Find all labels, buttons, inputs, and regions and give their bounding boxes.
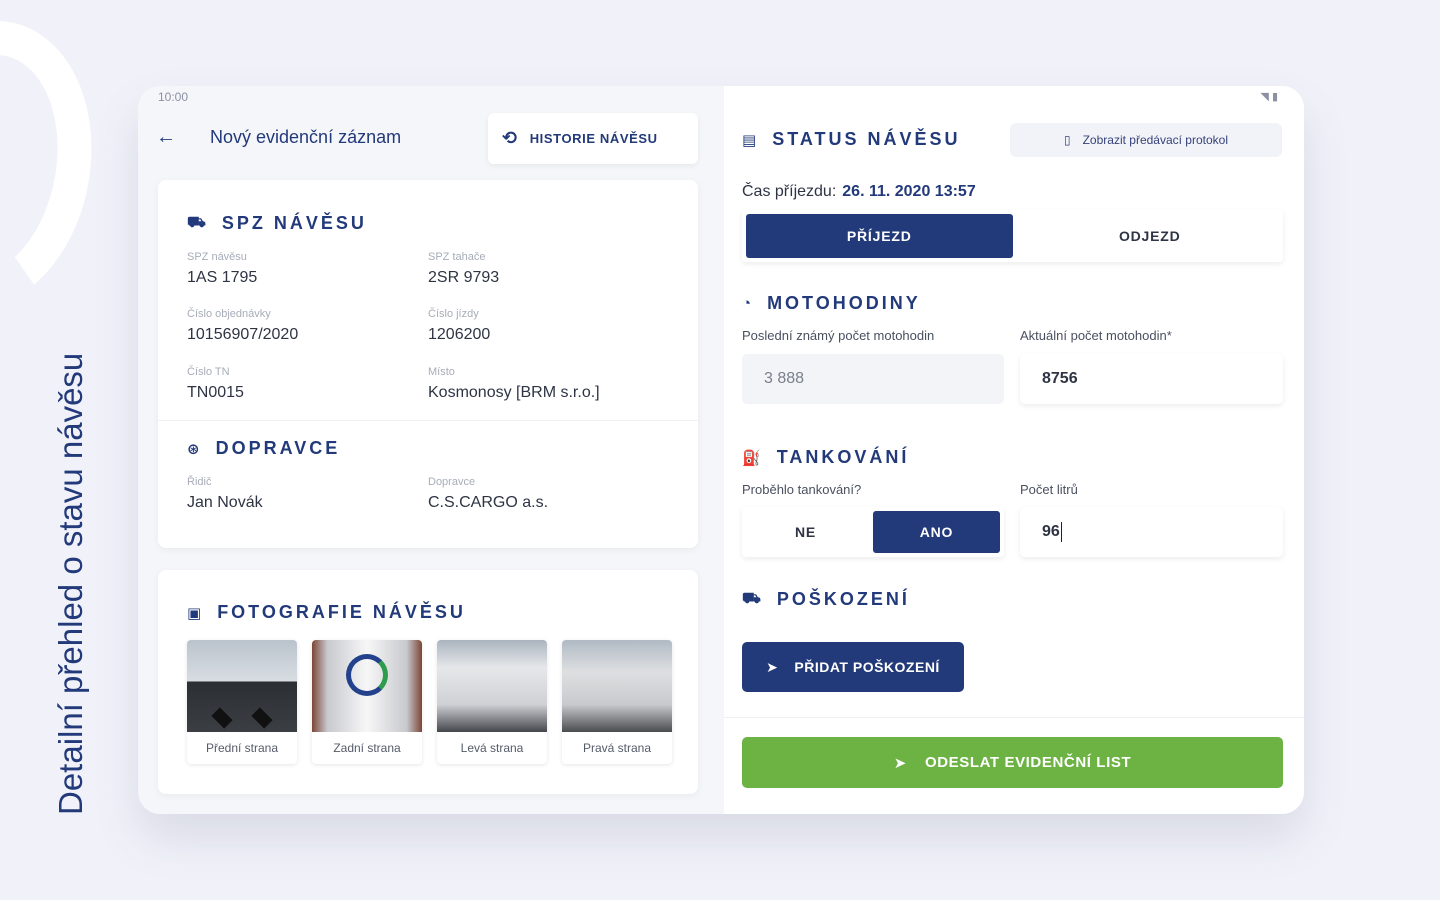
tn-number-field: Číslo TN TN0015 bbox=[187, 366, 244, 401]
photo-list: Přední strana Zadní strana Levá strana P… bbox=[187, 640, 672, 764]
current-hours-label: Aktuální počet motohodin* bbox=[1020, 328, 1172, 343]
last-hours-value: 3 888 bbox=[742, 354, 1004, 404]
vehicle-info-card: ⛟ SPZ NÁVĚSU SPZ návěsu 1AS 1795 SPZ tah… bbox=[158, 180, 698, 548]
photo-back[interactable]: Zadní strana bbox=[312, 640, 422, 764]
back-arrow-icon[interactable]: ← bbox=[156, 126, 176, 149]
arrival-time: Čas příjezdu: 26. 11. 2020 13:57 bbox=[742, 183, 976, 200]
photo-right[interactable]: Pravá strana bbox=[562, 640, 672, 764]
steering-wheel-icon: ⊛ bbox=[187, 440, 200, 458]
spz-navesu-field: SPZ návěsu 1AS 1795 bbox=[187, 251, 258, 286]
text-caret bbox=[1060, 522, 1062, 542]
photos-card: ▣ FOTOGRAFIE NÁVĚSU Přední strana Zadní … bbox=[158, 570, 698, 794]
last-hours-label: Poslední známý počet motohodin bbox=[742, 328, 935, 343]
order-number-field: Číslo objednávky 10156907/2020 bbox=[187, 308, 299, 343]
trip-number-field: Číslo jízdy 1206200 bbox=[428, 308, 491, 343]
dopravce-section-title: ⊛ DOPRAVCE bbox=[187, 438, 341, 458]
trailer-back-photo bbox=[312, 640, 422, 732]
spz-section-title: ⛟ SPZ NÁVĚSU bbox=[187, 213, 367, 233]
trailer-left-photo bbox=[437, 640, 547, 732]
trailer-right-photo bbox=[562, 640, 672, 732]
truck-damage-icon: ⛟ bbox=[742, 590, 761, 607]
tankovani-section-title: ⛽ TANKOVÁNÍ bbox=[742, 447, 910, 467]
poskozeni-section-title: ⛟ POŠKOZENÍ bbox=[742, 589, 910, 609]
photo-left[interactable]: Levá strana bbox=[437, 640, 547, 764]
history-button-label: HISTORIE NÁVĚSU bbox=[529, 131, 658, 146]
toggle-arrival[interactable]: PŘÍJEZD bbox=[746, 214, 1013, 258]
liters-label: Počet litrů bbox=[1020, 482, 1078, 497]
driver-field: Řidič Jan Novák bbox=[187, 476, 263, 511]
tablet-screen: 10:00 ◥ ▮ ← Nový evidenční záznam ⟲ HIST… bbox=[138, 86, 1304, 814]
refuel-no[interactable]: NE bbox=[742, 507, 869, 557]
history-button[interactable]: ⟲ HISTORIE NÁVĚSU bbox=[488, 113, 698, 164]
photos-section-title: ▣ FOTOGRAFIE NÁVĚSU bbox=[187, 602, 466, 622]
location-field: Místo Kosmonosy [BRM s.r.o.] bbox=[428, 366, 600, 401]
refuel-question-label: Proběhlo tankování? bbox=[742, 482, 862, 497]
refuel-yes[interactable]: ANO bbox=[873, 511, 1000, 553]
protocol-button[interactable]: ▯ Zobrazit předávací protokol bbox=[1010, 123, 1282, 157]
truck-icon: ⛟ bbox=[187, 214, 206, 231]
document-icon: ▯ bbox=[1063, 133, 1071, 147]
side-caption: Detailní přehled o stavu návěsu bbox=[52, 352, 89, 815]
right-divider bbox=[724, 717, 1304, 718]
trailer-front-photo bbox=[187, 640, 297, 732]
add-damage-button[interactable]: ➤ PŘIDAT POŠKOZENÍ bbox=[742, 642, 964, 692]
photo-icon: ▣ bbox=[187, 604, 202, 622]
liters-input[interactable]: 96 bbox=[1020, 507, 1283, 557]
photo-front[interactable]: Přední strana bbox=[187, 640, 297, 764]
signal-battery-icon: ◥ ▮ bbox=[1260, 91, 1278, 103]
submit-record-button[interactable]: ➤ ODESLAT EVIDENČNÍ LIST bbox=[742, 737, 1283, 788]
status-section-title: ▤ STATUS NÁVĚSU bbox=[742, 129, 961, 149]
gauge-icon: ◔ bbox=[742, 295, 752, 312]
page-title: Nový evidenční záznam bbox=[210, 127, 402, 147]
decorative-arc bbox=[0, 3, 114, 327]
fuel-icon: ⛽ bbox=[742, 449, 761, 467]
status-bar-time: 10:00 bbox=[158, 90, 189, 104]
motohodiny-section-title: ◔ MOTOHODINY bbox=[742, 293, 921, 313]
history-icon: ⟲ bbox=[502, 128, 518, 148]
toggle-departure[interactable]: ODJEZD bbox=[1017, 210, 1284, 262]
refuel-toggle: NE ANO bbox=[742, 507, 1004, 557]
carrier-field: Dopravce C.S.CARGO a.s. bbox=[428, 476, 549, 511]
arrival-departure-toggle: PŘÍJEZD ODJEZD bbox=[742, 210, 1283, 262]
card-divider bbox=[158, 420, 698, 421]
send-icon: ➤ bbox=[893, 754, 907, 772]
send-icon: ➤ bbox=[766, 658, 779, 675]
spz-tahace-field: SPZ tahače 2SR 9793 bbox=[428, 251, 500, 286]
monitor-icon: ▤ bbox=[742, 131, 757, 149]
current-hours-input[interactable]: 8756 bbox=[1020, 354, 1283, 404]
